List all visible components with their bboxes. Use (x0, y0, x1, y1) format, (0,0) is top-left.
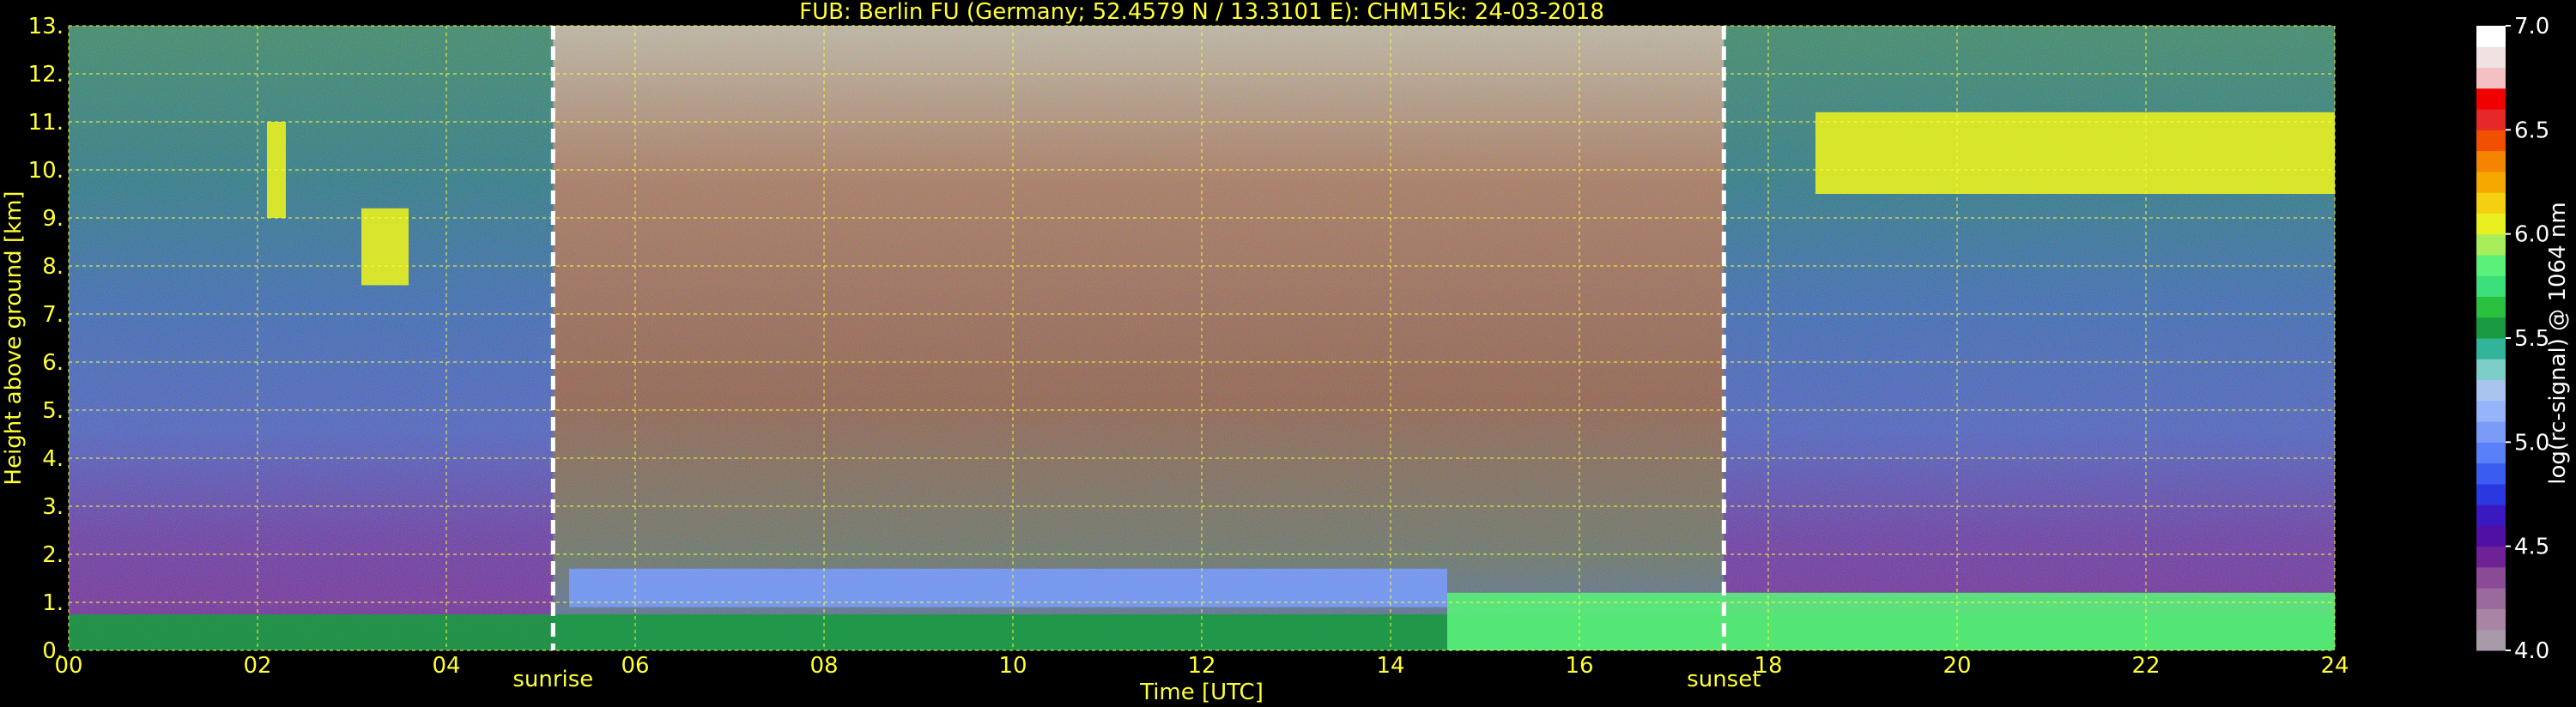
colorbar-swatch (2476, 171, 2506, 193)
y-tick-label: 11. (28, 110, 64, 136)
y-axis-label: Height above ground [km] (1, 190, 27, 485)
x-axis-ticks: 00 02 04 06 08 10 12 14 16 18 20 22 24 (54, 653, 2349, 679)
y-tick-label: 1. (42, 590, 64, 616)
colorbar-swatch (2476, 608, 2506, 631)
colorbar-swatch (2476, 546, 2506, 568)
colorbar-label: log(rc-signal) @ 1064 nm (2545, 202, 2571, 484)
y-tick-label: 6. (42, 350, 64, 376)
colorbar-swatch (2476, 421, 2506, 443)
y-tick-label: 0. (42, 638, 64, 664)
colorbar-tick-label: 4.5 (2514, 535, 2549, 560)
y-tick-label: 2. (42, 542, 64, 568)
y-tick-label: 13. (28, 14, 64, 39)
signal-feature (1815, 112, 2335, 194)
y-tick-label: 10. (28, 158, 64, 184)
x-tick-label: 06 (621, 653, 649, 679)
colorbar-tick-label: 4.0 (2514, 638, 2549, 664)
colorbar-swatch (2476, 566, 2506, 589)
plot-area (68, 25, 2336, 651)
colorbar-swatch (2476, 400, 2506, 422)
colorbar-swatch (2476, 525, 2506, 547)
signal-feature (361, 208, 409, 286)
x-tick-label: 14 (1376, 653, 1404, 679)
y-tick-label: 3. (42, 494, 64, 520)
y-tick-label: 5. (42, 398, 64, 424)
colorbar-swatch (2476, 338, 2506, 360)
colorbar-tick-label: 6.5 (2514, 118, 2549, 143)
colorbar-swatch (2476, 359, 2506, 381)
x-tick-label: 22 (2131, 653, 2160, 679)
colorbar-swatch (2476, 296, 2506, 318)
colorbar-swatch (2476, 233, 2506, 256)
colorbar-swatch (2476, 442, 2506, 464)
colorbar-swatch (2476, 483, 2506, 505)
signal-feature (569, 568, 1447, 607)
colorbar-swatch (2476, 379, 2506, 402)
colorbar-swatch (2476, 275, 2506, 297)
colorbar-ticks: 4.04.55.05.56.06.57.0 (2506, 14, 2549, 664)
colorbar-swatch (2476, 505, 2506, 526)
y-tick-label: 7. (42, 302, 64, 328)
y-tick-label: 4. (42, 446, 64, 472)
y-tick-label: 12. (28, 62, 64, 88)
x-tick-label: 10 (998, 653, 1027, 679)
colorbar-swatch (2476, 192, 2506, 214)
x-axis-label: Time [UTC] (1139, 680, 1264, 705)
sun-marker-label: sunrise (512, 667, 593, 692)
colorbar-swatch (2476, 130, 2506, 152)
x-tick-label: 02 (243, 653, 271, 679)
chart-title: FUB: Berlin FU (Germany; 52.4579 N / 13.… (799, 0, 1604, 25)
x-tick-label: 08 (809, 653, 838, 679)
colorbar-swatch (2476, 150, 2506, 172)
colorbar-swatch (2476, 213, 2506, 235)
x-tick-label: 24 (2320, 653, 2349, 679)
signal-feature (1447, 592, 2335, 650)
colorbar-swatch (2476, 588, 2506, 609)
colorbar-swatch (2476, 109, 2506, 130)
x-tick-label: 20 (1943, 653, 1971, 679)
colorbar-swatch (2476, 317, 2506, 339)
x-tick-label: 16 (1565, 653, 1593, 679)
colorbar (2476, 26, 2506, 651)
y-tick-label: 9. (42, 206, 64, 232)
colorbar-swatch (2476, 46, 2506, 69)
y-tick-label: 8. (42, 254, 64, 280)
colorbar-swatch (2476, 629, 2506, 651)
y-axis-ticks: 0. 1. 2. 3. 4. 5. 6. 7. 8. 9. 10. 11. 12. 13. (28, 14, 64, 664)
sun-marker-label: sunset (1687, 667, 1761, 692)
colorbar-tick-label: 7.0 (2514, 14, 2549, 39)
colorbar-swatch (2476, 462, 2506, 485)
colorbar-swatch (2476, 26, 2506, 47)
colorbar-swatch (2476, 67, 2506, 89)
colorbar-swatch (2476, 254, 2506, 276)
lidar-chart: 00 02 04 06 08 10 12 14 16 18 20 22 24 0.1.2.3.4.5.6… (1, 0, 2571, 705)
colorbar-swatch (2476, 88, 2506, 110)
x-tick-label: 12 (1187, 653, 1215, 679)
x-tick-label: 04 (432, 653, 460, 679)
